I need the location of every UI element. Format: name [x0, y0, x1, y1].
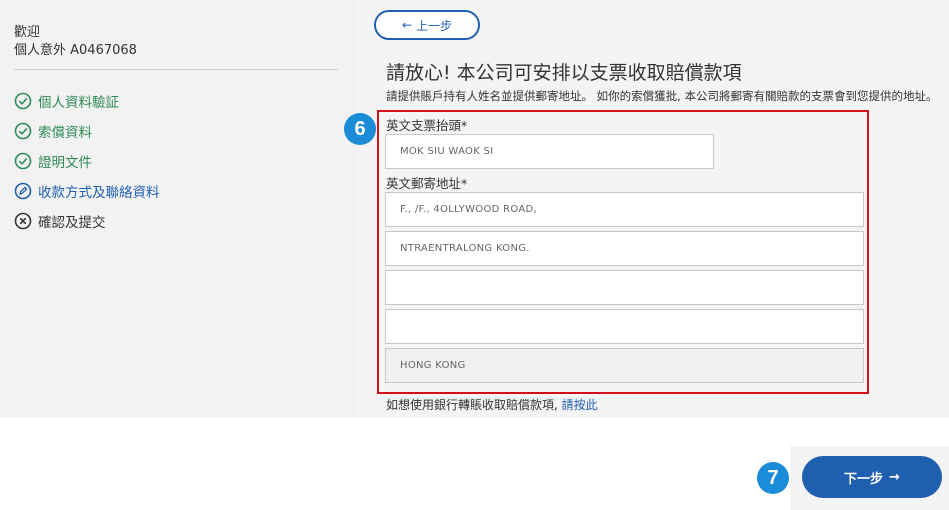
address-line-1-input[interactable]: F., /F., 4OLLYWOOD ROAD,	[385, 192, 864, 227]
step-number-badge: 6	[344, 113, 376, 145]
address-label: 英文郵寄地址*	[386, 176, 468, 191]
step-label: 索償資料	[38, 125, 92, 141]
step-label: 個人資料驗証	[38, 95, 119, 111]
step-confirm-submit[interactable]: 確認及提交	[14, 206, 160, 236]
bank-transfer-note: 如想使用銀行轉賬收取賠償款項, 請按此	[386, 396, 598, 413]
next-button[interactable]: 下一步 →	[802, 456, 942, 498]
check-circle-icon	[14, 92, 32, 110]
address-line-2-input[interactable]: NTRAENTRALONG KONG.	[385, 231, 864, 266]
step-payment-contact[interactable]: 收款方式及聯絡資料	[14, 176, 160, 206]
step-list: 個人資料驗証 索償資料 證明文件 收款方式及聯絡資料 確認及提交	[14, 86, 160, 236]
step-number-badge: 7	[757, 462, 789, 494]
payee-label: 英文支票抬頭*	[386, 118, 468, 133]
back-button[interactable]: ← 上一步	[374, 10, 480, 40]
step-documents[interactable]: 證明文件	[14, 146, 160, 176]
arrow-right-icon: →	[889, 469, 900, 485]
next-button-label: 下一步	[844, 471, 884, 487]
arrow-left-icon: ←	[401, 18, 413, 32]
page-subtitle: 請提供賬戶持有人姓名並提供郵寄地址。 如你的索償獲批, 本公司將郵寄有關賠款的支…	[386, 89, 938, 103]
pencil-circle-icon	[14, 182, 32, 200]
address-line-3-input[interactable]	[385, 270, 864, 305]
x-circle-icon	[14, 212, 32, 230]
step-label: 收款方式及聯絡資料	[38, 185, 160, 201]
step-label: 確認及提交	[38, 215, 106, 231]
back-button-label: 上一步	[416, 18, 453, 33]
address-line-4-input[interactable]	[385, 309, 864, 344]
step-personal-verification[interactable]: 個人資料驗証	[14, 86, 160, 116]
bank-transfer-text: 如想使用銀行轉賬收取賠償款項,	[386, 398, 558, 412]
step-claim-info[interactable]: 索償資料	[14, 116, 160, 146]
payee-name-input[interactable]: MOK SIU WAOK SI	[385, 134, 714, 169]
page-title: 請放心! 本公司可安排以支票收取賠償款項	[386, 62, 742, 84]
check-circle-icon	[14, 122, 32, 140]
address-country-input: HONG KONG	[385, 348, 864, 383]
check-circle-icon	[14, 152, 32, 170]
sidebar: 歡迎 個人意外 A0467068 個人資料驗証 索償資料 證明文件 收款方式及聯…	[0, 0, 356, 418]
divider	[14, 69, 338, 70]
bank-transfer-link[interactable]: 請按此	[562, 398, 598, 412]
welcome-block: 歡迎 個人意外 A0467068	[14, 24, 137, 60]
policy-number: 個人意外 A0467068	[14, 43, 137, 58]
step-label: 證明文件	[38, 155, 92, 171]
welcome-text: 歡迎	[14, 25, 41, 40]
